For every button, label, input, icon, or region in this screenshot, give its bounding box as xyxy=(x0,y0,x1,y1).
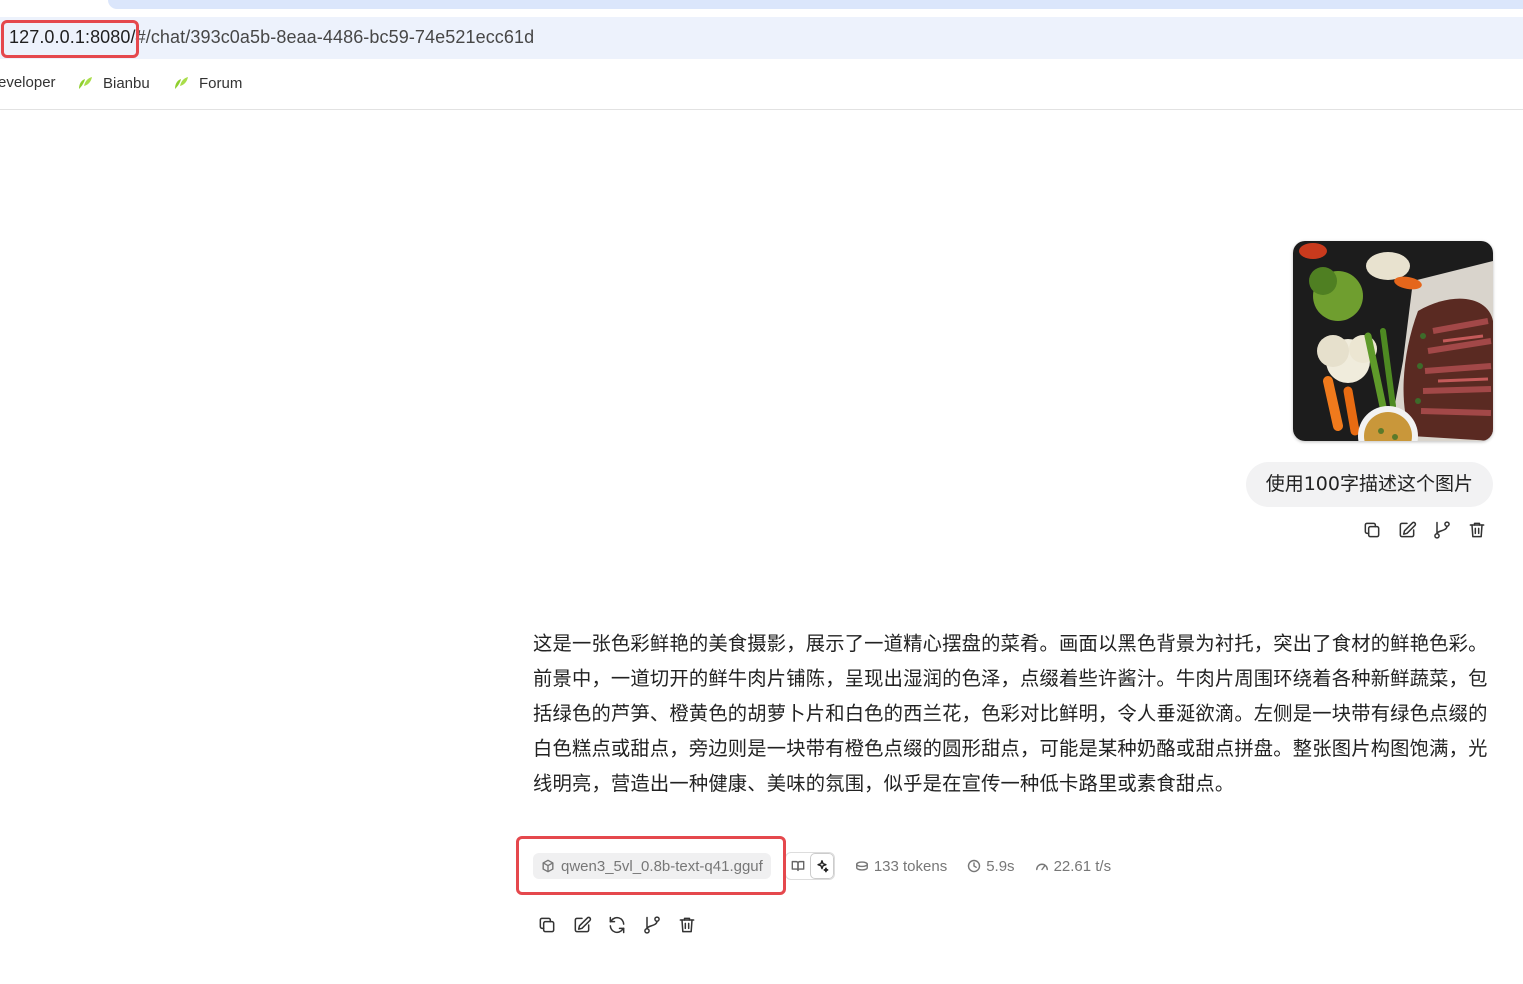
copy-button[interactable] xyxy=(1359,517,1385,543)
branch-icon xyxy=(1434,521,1450,539)
book-open-icon xyxy=(791,860,805,872)
package-icon xyxy=(542,859,554,873)
user-message-bubble: 使用100字描述这个图片 xyxy=(1245,462,1493,507)
url-text[interactable]: 127.0.0.1:8080/#/chat/393c0a5b-8eaa-4486… xyxy=(9,27,534,48)
address-bar[interactable]: 127.0.0.1:8080/#/chat/393c0a5b-8eaa-4486… xyxy=(0,17,1523,59)
edit-button[interactable] xyxy=(569,912,595,938)
tab-strip xyxy=(108,0,1523,9)
view-mode-toggle xyxy=(784,852,835,880)
branch-icon xyxy=(644,916,660,934)
generation-time-value: 5.9s xyxy=(986,857,1015,875)
attached-image[interactable] xyxy=(1293,241,1493,441)
gauge-icon xyxy=(1035,863,1048,871)
generation-speed-value: 22.61 t/s xyxy=(1053,857,1112,875)
message-metadata: qwen3_5vl_0.8b-text-q41.gguf 133 tokens … xyxy=(533,851,1111,881)
bookmark-developer[interactable]: eveloper xyxy=(0,74,56,91)
branch-button[interactable] xyxy=(639,912,665,938)
delete-button[interactable] xyxy=(1464,517,1490,543)
food-photo xyxy=(1293,241,1493,441)
generation-time: 5.9s xyxy=(967,857,1015,875)
clock-icon xyxy=(967,859,981,873)
regenerate-icon xyxy=(609,916,625,934)
token-count-value: 133 tokens xyxy=(873,857,948,875)
model-name: qwen3_5vl_0.8b-text-q41.gguf xyxy=(561,857,763,875)
assistant-message-text: 这是一张色彩鲜艳的美食摄影，展示了一道精心摆盘的菜肴。画面以黑色背景为衬托，突出… xyxy=(533,632,1488,795)
delete-icon xyxy=(679,917,695,933)
generation-speed: 22.61 t/s xyxy=(1035,857,1112,875)
bookmark-label: Forum xyxy=(199,74,243,92)
copy-button[interactable] xyxy=(534,912,560,938)
bookmark-forum[interactable]: Forum xyxy=(172,74,242,92)
bookmark-label: Bianbu xyxy=(103,74,150,92)
leaf-icon xyxy=(175,77,188,89)
copy-icon xyxy=(1364,522,1380,538)
model-badge[interactable]: qwen3_5vl_0.8b-text-q41.gguf xyxy=(533,853,771,879)
branch-button[interactable] xyxy=(1429,517,1455,543)
sparkles-icon xyxy=(817,860,829,873)
reading-mode-button[interactable] xyxy=(786,853,810,879)
url-path: #/chat/393c0a5b-8eaa-4486-bc59-74e521ecc… xyxy=(135,27,535,47)
user-message-actions xyxy=(1359,517,1490,543)
tokens-icon xyxy=(855,861,868,871)
generation-stats-button[interactable] xyxy=(809,853,834,879)
delete-icon xyxy=(1469,522,1485,538)
token-count: 133 tokens xyxy=(855,858,947,875)
leaf-icon xyxy=(79,77,92,89)
chrome-divider xyxy=(0,109,1523,110)
assistant-message-actions xyxy=(534,912,700,938)
edit-icon xyxy=(574,916,592,933)
bookmark-bianbu[interactable]: Bianbu xyxy=(76,74,150,92)
regenerate-button[interactable] xyxy=(604,912,630,938)
bookmarks-bar: eveloper Bianbu Forum xyxy=(0,66,1523,102)
bookmark-label: eveloper xyxy=(0,74,56,91)
edit-icon xyxy=(1399,521,1417,538)
url-host: 127.0.0.1:8080/ xyxy=(9,27,136,47)
copy-icon xyxy=(539,917,555,933)
delete-button[interactable] xyxy=(674,912,700,938)
edit-button[interactable] xyxy=(1394,517,1420,543)
